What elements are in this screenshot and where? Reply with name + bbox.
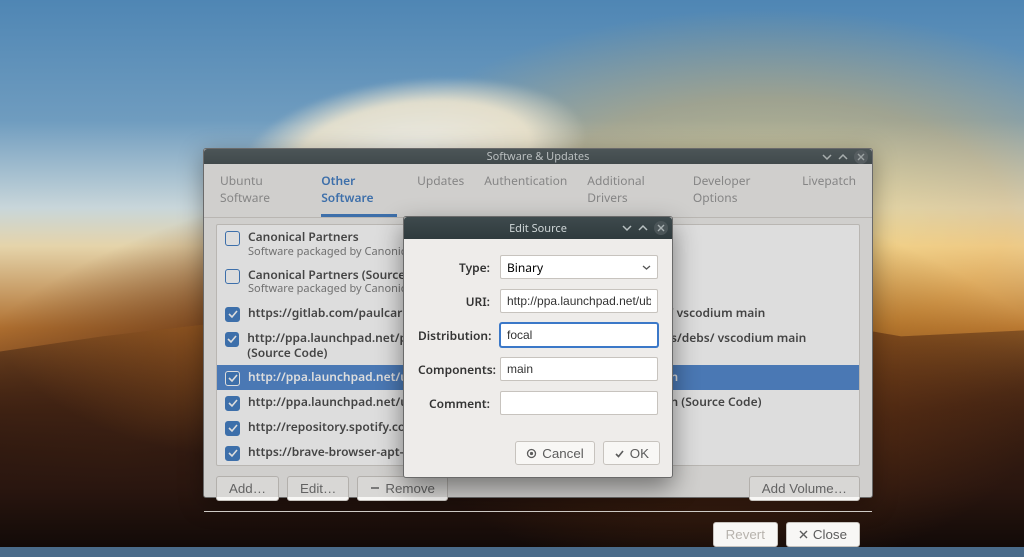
comment-input[interactable] (500, 391, 658, 415)
close-icon[interactable] (854, 150, 868, 164)
close-button[interactable]: Close (786, 522, 860, 547)
cancel-button[interactable]: Cancel (515, 441, 595, 465)
type-select[interactable]: Binary (500, 255, 658, 279)
ok-button-label: OK (630, 446, 649, 461)
checkbox[interactable] (225, 396, 240, 411)
tab-authentication[interactable]: Authentication (484, 172, 567, 217)
add-volume-button[interactable]: Add Volume… (749, 476, 860, 501)
comment-label: Comment: (418, 395, 500, 412)
uri-input[interactable] (500, 289, 658, 313)
cancel-button-label: Cancel (542, 446, 584, 461)
cancel-icon (526, 448, 537, 459)
add-button[interactable]: Add… (216, 476, 279, 501)
caret-down-icon (642, 263, 651, 272)
tab-ubuntu-software[interactable]: Ubuntu Software (220, 172, 301, 217)
type-label: Type: (418, 259, 500, 276)
chevron-up-icon[interactable] (838, 152, 848, 162)
close-button-label: Close (813, 527, 847, 542)
components-label: Components: (418, 361, 500, 378)
checkbox[interactable] (225, 371, 240, 386)
distribution-input[interactable] (500, 323, 658, 347)
tab-other-software[interactable]: Other Software (321, 172, 397, 217)
dialog-titlebar[interactable]: Edit Source (404, 217, 672, 239)
checkbox[interactable] (225, 231, 240, 246)
tab-updates[interactable]: Updates (417, 172, 464, 217)
chevron-down-icon[interactable] (622, 223, 632, 233)
uri-label: URI: (418, 293, 500, 310)
type-select-value: Binary (507, 259, 543, 276)
minus-icon (370, 483, 380, 493)
check-icon (614, 448, 625, 459)
window-title: Software & Updates (487, 149, 590, 164)
checkbox[interactable] (225, 446, 240, 461)
chevron-up-icon[interactable] (638, 223, 648, 233)
revert-button[interactable]: Revert (713, 522, 778, 547)
remove-button[interactable]: Remove (357, 476, 448, 501)
checkbox[interactable] (225, 421, 240, 436)
remove-button-label: Remove (385, 481, 435, 496)
close-icon (799, 530, 808, 539)
tab-additional-drivers[interactable]: Additional Drivers (587, 172, 673, 217)
close-icon[interactable] (654, 221, 668, 235)
tab-developer-options[interactable]: Developer Options (693, 172, 782, 217)
tab-livepatch[interactable]: Livepatch (802, 172, 856, 217)
dialog-title: Edit Source (509, 221, 567, 236)
tab-bar: Ubuntu Software Other Software Updates A… (204, 164, 872, 218)
chevron-down-icon[interactable] (822, 152, 832, 162)
components-input[interactable] (500, 357, 658, 381)
window-titlebar[interactable]: Software & Updates (204, 149, 872, 164)
checkbox[interactable] (225, 269, 240, 284)
edit-source-dialog: Edit Source Type: Binary (403, 216, 673, 478)
checkbox[interactable] (225, 307, 240, 322)
distribution-label: Distribution: (418, 327, 500, 344)
edit-button[interactable]: Edit… (287, 476, 349, 501)
checkbox[interactable] (225, 332, 239, 347)
ok-button[interactable]: OK (603, 441, 660, 465)
